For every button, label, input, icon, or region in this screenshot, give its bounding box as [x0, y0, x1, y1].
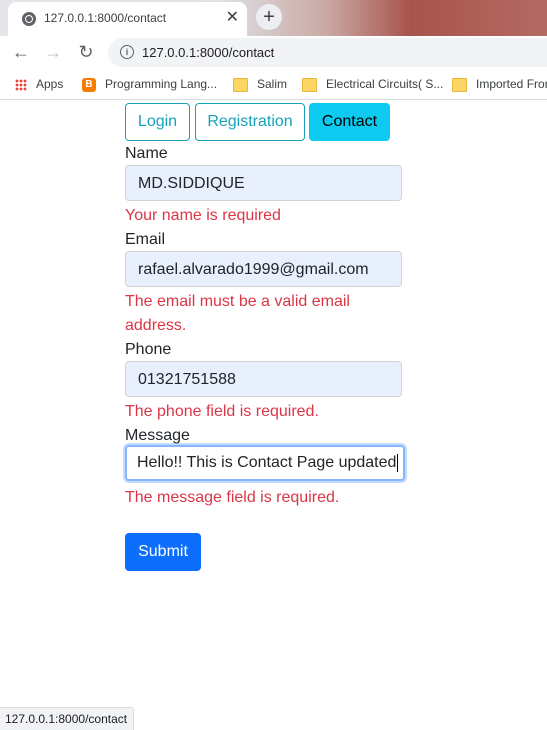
browser-toolbar: ← → ↻ i 127.0.0.1:8000/contact: [0, 36, 547, 69]
phone-error: The phone field is required.: [125, 403, 319, 420]
email-label: Email: [125, 231, 166, 248]
login-link[interactable]: Login: [125, 103, 190, 141]
registration-link[interactable]: Registration: [195, 103, 305, 141]
folder-icon: [233, 77, 248, 92]
bookmarks-bar: Apps B Programming Lang... Salim Electric…: [0, 69, 547, 100]
name-input[interactable]: MD.SIDDIQUE: [125, 165, 402, 201]
message-error: The message field is required.: [125, 489, 340, 506]
phone-input[interactable]: 01321751588: [125, 361, 402, 397]
bookmark-imported[interactable]: Imported From: [452, 77, 547, 92]
info-icon[interactable]: i: [120, 45, 134, 59]
bookmark-label: Salim: [257, 77, 288, 91]
message-label: Message: [125, 427, 190, 444]
browser-tab[interactable]: 127.0.0.1:8000/contact ✕: [8, 2, 247, 36]
bookmark-label: Electrical Circuits( S...: [326, 77, 444, 91]
text-caret: [397, 453, 399, 472]
globe-icon: [22, 12, 36, 26]
apps-grid-icon: [15, 78, 27, 91]
name-label: Name: [125, 145, 168, 162]
name-error: Your name is required: [125, 207, 281, 224]
email-input[interactable]: rafael.alvarado1999@gmail.com: [125, 251, 402, 287]
folder-icon: [452, 77, 467, 92]
close-tab-icon[interactable]: ✕: [226, 9, 239, 27]
status-bar-url: 127.0.0.1:8000/contact: [0, 707, 135, 730]
bookmark-label: Imported From: [476, 77, 547, 91]
message-text: Hello!! This is Contact Page updated: [137, 454, 397, 471]
tab-strip: 127.0.0.1:8000/contact ✕ +: [0, 0, 547, 36]
bookmark-electrical-circuits[interactable]: Electrical Circuits( S...: [302, 77, 443, 92]
bookmark-label: Programming Lang...: [105, 77, 218, 91]
submit-button[interactable]: Submit: [125, 533, 201, 571]
new-tab-button[interactable]: +: [256, 4, 282, 30]
message-input[interactable]: Hello!! This is Contact Page updated: [125, 445, 405, 481]
bookmark-salim[interactable]: Salim: [233, 77, 287, 92]
address-url[interactable]: 127.0.0.1:8000/contact: [142, 45, 274, 60]
phone-label: Phone: [125, 341, 172, 358]
folder-icon: [302, 77, 317, 92]
email-error: The email must be a valid email address.: [125, 293, 350, 334]
forward-icon[interactable]: →: [42, 41, 64, 63]
bookmark-label: Apps: [36, 77, 64, 91]
bookmark-apps[interactable]: Apps: [15, 77, 63, 91]
reload-icon[interactable]: ↻: [75, 41, 97, 63]
address-bar[interactable]: i 127.0.0.1:8000/contact: [108, 38, 547, 67]
back-icon[interactable]: ←: [10, 41, 32, 63]
contact-link[interactable]: Contact: [309, 103, 390, 141]
blogger-icon: B: [82, 77, 96, 92]
tab-title: 127.0.0.1:8000/contact: [44, 11, 167, 25]
bookmark-programming[interactable]: B Programming Lang...: [82, 77, 217, 92]
